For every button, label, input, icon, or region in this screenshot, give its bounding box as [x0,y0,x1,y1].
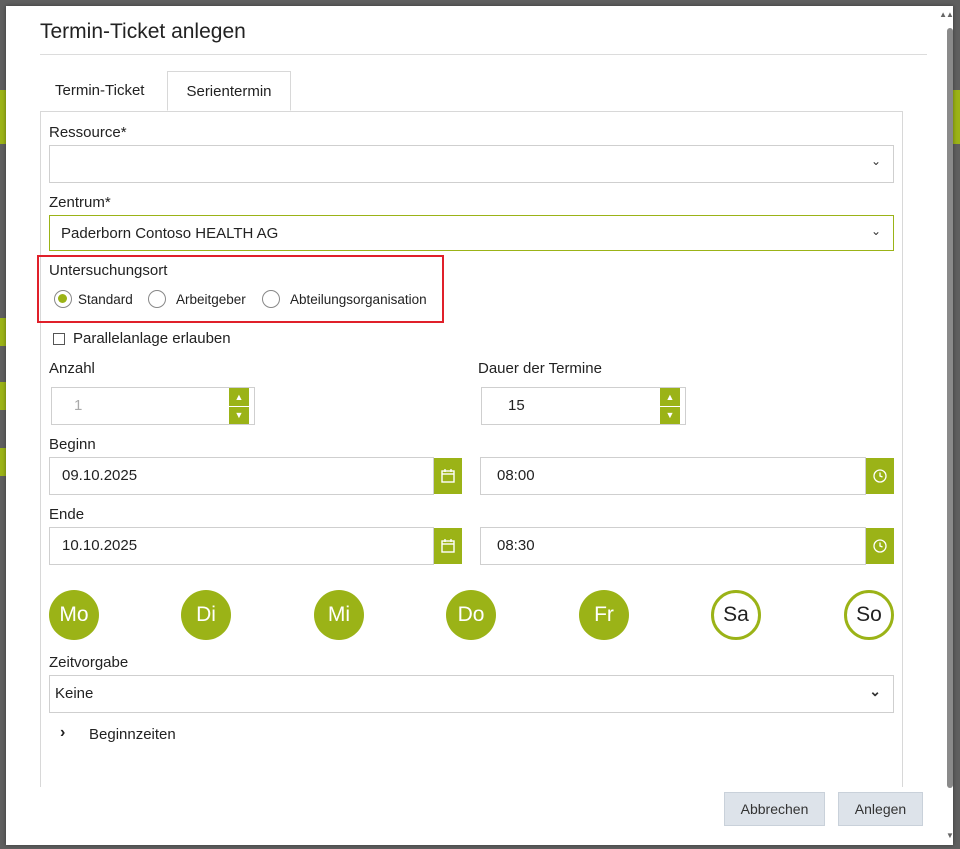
title-divider [40,54,927,55]
parallelanlage-label: Parallelanlage erlauben [73,330,231,347]
cancel-button[interactable]: Abbrechen [724,792,825,826]
weekday-toggle-so[interactable]: So [844,590,894,640]
tab-serientermin[interactable]: Serientermin [167,71,291,111]
stepper-up-icon[interactable]: ▲ [660,388,680,407]
weekday-toggle-sa[interactable]: Sa [711,590,761,640]
stepper-down-icon[interactable]: ▼ [229,406,249,424]
ende-label: Ende [49,506,85,523]
chevron-down-icon: ⌄ [870,154,881,168]
scroll-up-icon[interactable]: ▲ [945,10,955,19]
radio-unselected-icon [262,290,280,308]
calendar-icon[interactable] [434,528,462,564]
scrollbar-thumb[interactable] [947,28,953,788]
anzahl-value: 1 [74,397,83,414]
dauer-input[interactable]: 15 [481,387,686,425]
dialog-title: Termin-Ticket anlegen [40,20,246,43]
zeitvorgabe-value: Keine [55,685,94,702]
dauer-value: 15 [508,397,525,414]
ressource-select[interactable]: ⌄ [49,145,894,183]
ende-time-value: 08:30 [497,537,535,554]
weekday-toggle-mi[interactable]: Mi [314,590,364,640]
beginn-time-value: 08:00 [497,467,535,484]
radio-selected-icon [54,290,72,308]
zeitvorgabe-label: Zeitvorgabe [49,654,129,671]
weekday-toggle-di[interactable]: Di [181,590,231,640]
parallelanlage-checkbox[interactable] [53,333,65,345]
weekday-toggle-do[interactable]: Do [446,590,496,640]
chevron-right-icon: › [60,724,66,741]
ende-time-input[interactable]: 08:30 [480,527,866,565]
beginn-time-input[interactable]: 08:00 [480,457,866,495]
chevron-down-icon: ⌄ [869,683,881,699]
weekday-toggle-mo[interactable]: Mo [49,590,99,640]
ende-date-value: 10.10.2025 [62,537,138,554]
beginn-date-input[interactable]: 09.10.2025 [49,457,434,495]
zentrum-value: Paderborn Contoso HEALTH AG [61,225,279,242]
ressource-label: Ressource* [49,124,127,141]
scroll-down-icon[interactable]: ▼ [945,831,955,840]
dauer-stepper[interactable]: ▲ ▼ [660,388,680,424]
zentrum-label: Zentrum* [49,194,111,211]
beginnzeiten-expander[interactable]: › Beginnzeiten [60,724,260,748]
stepper-up-icon[interactable]: ▲ [229,388,249,407]
zeitvorgabe-select[interactable]: Keine ⌄ [49,675,894,713]
clock-icon[interactable] [866,528,894,564]
chevron-down-icon: ⌄ [870,224,881,238]
clock-icon[interactable] [866,458,894,494]
stepper-down-icon[interactable]: ▼ [660,406,680,424]
calendar-icon[interactable] [434,458,462,494]
dialog-scrollbar[interactable]: ▲ ▼ [945,10,955,840]
anzahl-label: Anzahl [49,360,95,377]
dauer-label: Dauer der Termine [478,360,602,377]
tab-termin-ticket[interactable]: Termin-Ticket [40,71,166,111]
zentrum-select[interactable]: Paderborn Contoso HEALTH AG ⌄ [49,215,894,251]
weekday-toggle-fr[interactable]: Fr [579,590,629,640]
ende-date-input[interactable]: 10.10.2025 [49,527,434,565]
beginn-label: Beginn [49,436,96,453]
radio-unselected-icon [148,290,166,308]
radio-abteilungsorganisation-label: Abteilungsorganisation [290,292,427,307]
radio-standard-label: Standard [78,292,133,307]
create-appointment-dialog: Termin-Ticket anlegen Termin-Ticket Seri… [6,6,953,845]
create-button[interactable]: Anlegen [838,792,923,826]
radio-arbeitgeber-label: Arbeitgeber [176,292,246,307]
anzahl-input[interactable]: 1 [51,387,255,425]
beginnzeiten-label: Beginnzeiten [89,726,176,743]
anzahl-stepper[interactable]: ▲ ▼ [229,388,249,424]
beginn-date-value: 09.10.2025 [62,467,138,484]
untersuchungsort-label: Untersuchungsort [49,262,168,279]
